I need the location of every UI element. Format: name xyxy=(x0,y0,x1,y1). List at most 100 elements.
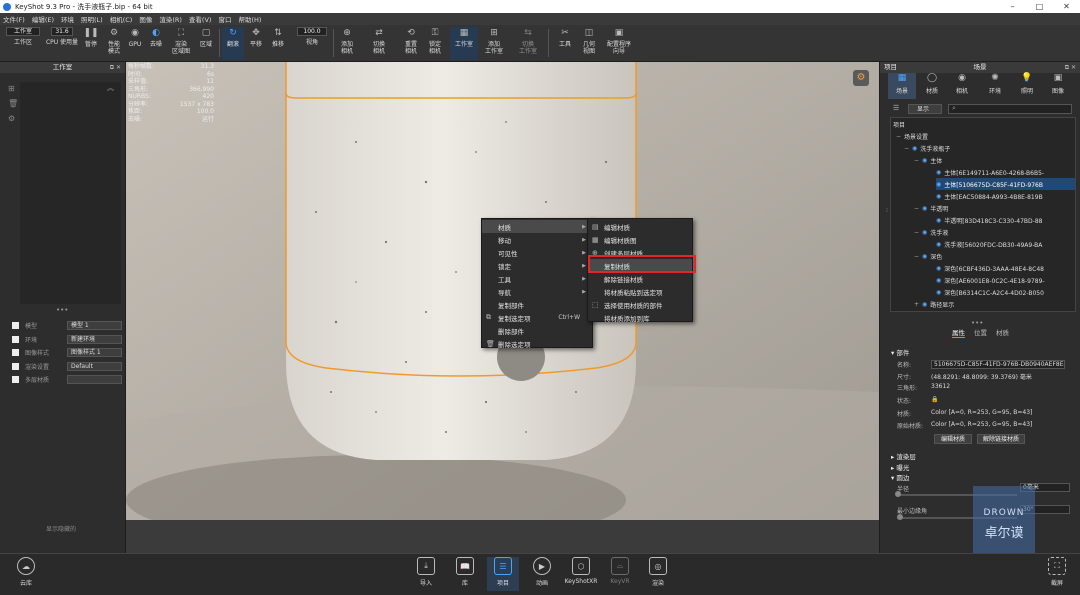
submenu-unlink-material[interactable]: 解除链接材质 xyxy=(588,272,692,285)
menu-help[interactable]: 帮助(H) xyxy=(238,14,261,24)
exposure-section[interactable]: ▸ 曝光 xyxy=(891,462,909,472)
panel-side-handle[interactable]: ⁝ xyxy=(886,207,888,214)
view-angle-input[interactable]: 100.0 xyxy=(297,27,327,36)
switch-studio-button[interactable]: ⇆ 切换 工作室 xyxy=(514,27,542,60)
studio-row-image-style[interactable]: 图像样式 图像样式 1 xyxy=(12,347,122,358)
menu-camera[interactable]: 相机(C) xyxy=(110,14,133,24)
studio-row-multi-material[interactable]: 多层材质 xyxy=(12,374,122,385)
lock-state-icon[interactable]: 🔒 xyxy=(931,396,938,403)
angle-slider-handle[interactable] xyxy=(897,514,903,520)
add-studio-button[interactable]: ⊞ 添加 工作室 xyxy=(480,27,508,60)
tab-camera[interactable]: ◉ 相机 xyxy=(948,73,976,99)
image-style-checkbox[interactable] xyxy=(12,349,19,356)
submenu-select-parts-using-material[interactable]: ⬚ 选择使用材质的部件 xyxy=(588,298,692,311)
list-view-icon[interactable]: ☰ xyxy=(893,104,899,112)
tumble-button[interactable]: ↻ 翻滚 xyxy=(222,27,244,60)
studio-add-icon[interactable]: ⊞ xyxy=(8,84,15,93)
cpu-usage-control[interactable]: 31.6 CPU 使用量 xyxy=(44,27,80,60)
gpu-button[interactable]: ◉ GPU xyxy=(126,27,144,60)
render-region-button[interactable]: ⛶ 渲染 区域图 xyxy=(168,27,194,60)
library-button[interactable]: 📖 库 xyxy=(449,557,481,591)
part-name-input[interactable]: 5106675D-C85F-41FD-976B-DB0940AEF8E4 xyxy=(931,360,1065,369)
menu-item-visibility[interactable]: 可见性 ▶ xyxy=(482,246,592,259)
panel-float-close-icon[interactable]: ⧉ ✕ xyxy=(110,62,121,73)
menu-edit[interactable]: 编辑(E) xyxy=(32,14,54,24)
menu-file[interactable]: 文件(F) xyxy=(3,14,25,24)
menu-item-delete-selection[interactable]: 🗑 删除选定项 xyxy=(482,337,592,350)
collapse-icon[interactable]: ︽ xyxy=(107,83,114,93)
model-dropdown[interactable]: 模型 1 xyxy=(67,321,122,330)
animation-button[interactable]: ▶ 动画 xyxy=(526,557,558,591)
menu-item-material[interactable]: 材质 ▶ xyxy=(482,220,592,233)
cpu-usage-input[interactable]: 31.6 xyxy=(51,27,73,36)
import-button[interactable]: ⤓ 导入 xyxy=(410,557,442,591)
submenu-paste-material[interactable]: 将材质粘贴到选定项 xyxy=(588,285,692,298)
menu-environment[interactable]: 环境 xyxy=(61,14,74,24)
dolly-button[interactable]: ⇅ 推移 xyxy=(268,27,288,60)
add-camera-button[interactable]: ⊕ 添加 相机 xyxy=(336,27,358,60)
render-settings-checkbox[interactable] xyxy=(12,363,19,370)
panel-resize-handle[interactable]: ••• xyxy=(56,306,68,314)
menu-render[interactable]: 渲染(R) xyxy=(159,14,182,24)
workspace-select[interactable]: 工作室 xyxy=(6,27,40,36)
workspace-control[interactable]: 工作室 工作区 xyxy=(4,27,42,60)
view-angle-control[interactable]: 100.0 视角 xyxy=(294,27,330,60)
menu-item-lock[interactable]: 锁定 ▶ xyxy=(482,259,592,272)
menu-item-copy-part[interactable]: 复制部件 xyxy=(482,298,592,311)
tree-item-group[interactable]: − ◉ 主体 xyxy=(914,154,942,166)
multi-material-dropdown[interactable] xyxy=(67,375,122,384)
tab-environment[interactable]: ✺ 环境 xyxy=(981,73,1009,99)
rounded-edge-section[interactable]: ▾ 圆边 xyxy=(891,472,909,482)
maximize-button[interactable]: □ xyxy=(1026,0,1053,13)
menu-view[interactable]: 查看(V) xyxy=(189,14,212,24)
multi-material-checkbox[interactable] xyxy=(12,376,19,383)
tree-item-scene-settings[interactable]: − 场景设置 xyxy=(896,130,928,142)
render-layer-section[interactable]: ▸ 渲染层 xyxy=(891,451,916,461)
keyvr-button[interactable]: ⌓ KeyVR xyxy=(604,557,636,591)
studio-button[interactable]: ▦ 工作室 xyxy=(450,27,478,60)
minimize-button[interactable]: – xyxy=(999,0,1026,13)
show-hidden-label[interactable]: 显示隐藏的 xyxy=(46,524,76,533)
switch-camera-button[interactable]: ⇄ 切换 相机 xyxy=(368,27,390,60)
tree-item-part[interactable]: ◉ 深色[AE6001E8-0C2C-4E18-9789- xyxy=(936,274,1045,286)
menu-image[interactable]: 图像 xyxy=(139,14,152,24)
environment-checkbox[interactable] xyxy=(12,336,19,343)
project-tab-label[interactable]: 项目 xyxy=(884,62,897,73)
cloud-library-button[interactable]: ☁ 云库 xyxy=(10,557,42,591)
studio-row-render-settings[interactable]: 渲染设置 Default xyxy=(12,361,122,372)
studio-settings-icon[interactable]: ⚙ xyxy=(8,114,15,123)
tree-item-part[interactable]: ◉ 主体[EAC50884-A993-4B8E-819B xyxy=(936,190,1043,202)
project-button[interactable]: ☰ 项目 xyxy=(487,557,519,591)
menu-item-tools[interactable]: 工具 ▶ xyxy=(482,272,592,285)
close-button[interactable]: ✕ xyxy=(1053,0,1080,13)
menu-item-move[interactable]: 移动 ▶ xyxy=(482,233,592,246)
menu-item-delete-part[interactable]: 删除部件 xyxy=(482,324,592,337)
tree-item-part[interactable]: ◉ 洗手液[56020FDC-DB30-49A9-BA xyxy=(936,238,1042,250)
scene-search-input[interactable] xyxy=(948,104,1072,114)
tree-item-part[interactable]: ◉ 深色[6CBF436D-3AAA-48E4-8C48 xyxy=(936,262,1044,274)
studio-delete-icon[interactable]: 🗑 xyxy=(8,99,18,108)
screenshot-button[interactable]: ⛶ 截屏 xyxy=(1041,557,1073,591)
tree-item-group[interactable]: − ◉ 洗手液 xyxy=(914,226,948,238)
panel-float-close-icon[interactable]: ⧉ ✕ xyxy=(1065,62,1076,73)
tree-item-group[interactable]: − ◉ 深色 xyxy=(914,250,942,262)
edit-material-button[interactable]: 编辑材质 xyxy=(934,434,972,444)
tree-item-part[interactable]: ◉ 半透明[83D418C3-C330-47BD-88 xyxy=(936,214,1042,226)
reset-camera-button[interactable]: ⟲ 重置 相机 xyxy=(400,27,422,60)
submenu-edit-material-graph[interactable]: ▦ 编辑材质图 xyxy=(588,233,692,246)
render-button[interactable]: ◎ 渲染 xyxy=(642,557,674,591)
submenu-edit-material[interactable]: ▤ 编辑材质 xyxy=(588,220,692,233)
tab-image[interactable]: ▣ 图像 xyxy=(1044,73,1072,99)
panel-resize-handle[interactable]: ••• xyxy=(971,319,983,327)
menu-item-copy-selection[interactable]: ⧉ 复制选定项 Ctrl+W xyxy=(482,311,592,324)
part-section-header[interactable]: ▾ 部件 xyxy=(891,347,909,357)
radius-slider-handle[interactable] xyxy=(895,491,901,497)
menu-lighting[interactable]: 照明(L) xyxy=(81,14,103,24)
model-checkbox[interactable] xyxy=(12,322,19,329)
keyshotxr-button[interactable]: ⬡ KeyShotXR xyxy=(565,557,597,591)
configurator-wizard-button[interactable]: ▣ 配置程序 向导 xyxy=(602,27,636,60)
render-settings-dropdown[interactable]: Default xyxy=(67,362,122,371)
image-style-dropdown[interactable]: 图像样式 1 xyxy=(67,348,122,357)
show-dropdown[interactable]: 显示 xyxy=(908,104,942,114)
keyshot-badge-icon[interactable]: ⚙ xyxy=(853,70,869,86)
